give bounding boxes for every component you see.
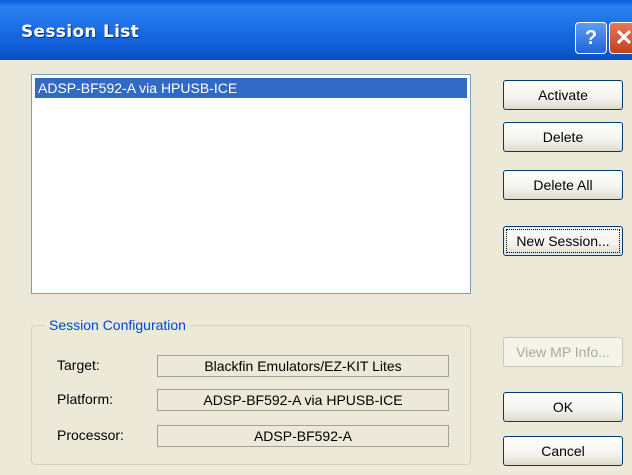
list-item[interactable]: ADSP-BF592-A via HPUSB-ICE xyxy=(35,78,467,98)
window-title: Session List xyxy=(21,22,140,42)
new-session-button[interactable]: New Session... xyxy=(503,226,623,256)
platform-value: ADSP-BF592-A via HPUSB-ICE xyxy=(157,389,449,411)
activate-button[interactable]: Activate xyxy=(503,80,623,110)
processor-label: Processor: xyxy=(57,427,124,443)
target-value: Blackfin Emulators/EZ-KIT Lites xyxy=(157,355,449,377)
session-listbox[interactable]: ADSP-BF592-A via HPUSB-ICE xyxy=(31,74,471,294)
delete-all-button[interactable]: Delete All xyxy=(503,170,623,200)
help-icon[interactable]: ? xyxy=(575,22,607,54)
delete-button[interactable]: Delete xyxy=(503,122,623,152)
processor-value: ADSP-BF592-A xyxy=(157,425,449,447)
platform-label: Platform: xyxy=(57,391,114,407)
cancel-button[interactable]: Cancel xyxy=(503,436,623,466)
target-label: Target: xyxy=(57,357,100,373)
close-icon[interactable]: ✕ xyxy=(609,22,632,54)
ok-button[interactable]: OK xyxy=(503,392,623,422)
title-bar[interactable]: Session List ? ✕ xyxy=(0,0,632,60)
view-mp-info-button[interactable]: View MP Info... xyxy=(503,337,623,367)
group-title: Session Configuration xyxy=(45,317,190,333)
